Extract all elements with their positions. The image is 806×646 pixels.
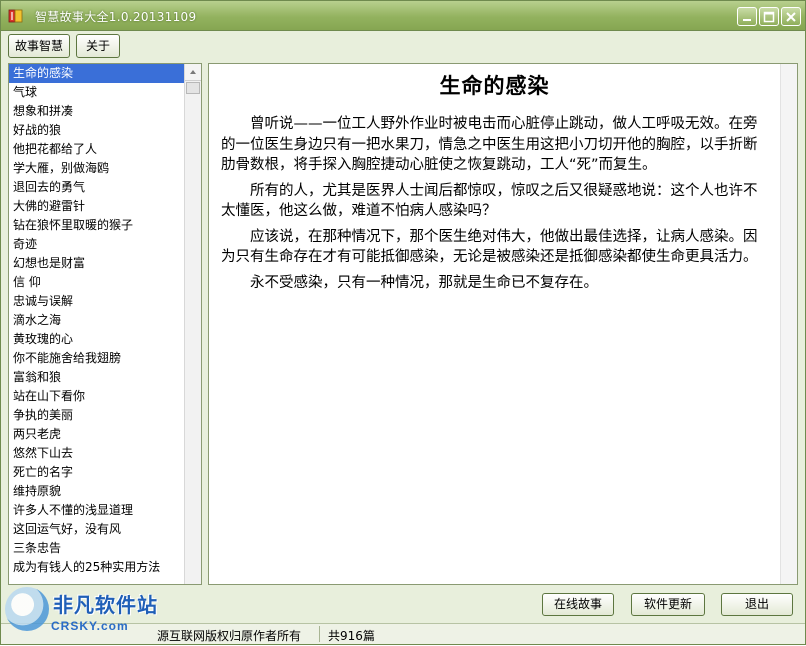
list-item[interactable]: 悠然下山去 [9, 444, 186, 463]
list-item[interactable]: 大佛的避雷针 [9, 197, 186, 216]
list-item[interactable]: 你不能施舍给我翅膀 [9, 349, 186, 368]
app-window: 智慧故事大全1.0.20131109 故事智慧 关于 生命的感染 气球 想象和拼凑好… [0, 0, 806, 645]
title-bar[interactable]: 智慧故事大全1.0.20131109 [1, 1, 805, 31]
scroll-thumb[interactable] [186, 82, 200, 94]
list-item[interactable]: 三条忠告 [9, 539, 186, 558]
scroll-up-button[interactable] [185, 64, 201, 81]
content-scrollbar[interactable] [780, 64, 797, 584]
list-item[interactable]: 奇迹 [9, 235, 186, 254]
list-item[interactable]: 幻想也是财富 [9, 254, 186, 273]
story-paragraph: 曾听说——一位工人野外作业时被电击而心脏停止跳动，做人工呼吸无效。在旁的一位医生… [221, 116, 758, 173]
arrow-up-icon [190, 70, 196, 74]
list-item[interactable]: 这回运气好，没有风 [9, 520, 186, 539]
list-item[interactable]: 学大雁，别做海鸥 [9, 159, 186, 178]
close-button[interactable] [781, 7, 801, 26]
maximize-icon [763, 11, 775, 23]
minimize-icon [743, 19, 751, 21]
story-list[interactable]: 生命的感染 气球 想象和拼凑 好战的狼 他把花都给了人 学大雁，别做海鸥 退回去的勇气 大佛的… [8, 63, 202, 585]
software-update-button[interactable]: 软件更新 [631, 593, 705, 616]
list-item[interactable]: 忠诚与误解 [9, 292, 186, 311]
list-item[interactable]: 钻在狼怀里取暖的猴子 [9, 216, 186, 235]
list-item[interactable]: 好战的狼 [9, 121, 186, 140]
story-content-panel[interactable]: 生命的感染 曾听说——一位工人野外作业时被电击而心脏停止跳动，做人工呼吸无效。在… [208, 63, 798, 585]
story-paragraph: 永不受感染，只有一种情况，那就是生命已不复存在。 [250, 274, 598, 291]
story-wisdom-button[interactable]: 故事智慧 [8, 34, 70, 58]
list-item[interactable]: 争执的美丽 [9, 406, 186, 425]
list-item[interactable]: 许多人不懂的浅显道理 [9, 501, 186, 520]
story-paragraph: 应该说，在那种情况下，那个医生绝对伟大，他做出最佳选择，让病人感染。因为只有生命… [221, 228, 758, 266]
list-item[interactable]: 站在山下看你 [9, 387, 186, 406]
list-item[interactable]: 生命的感染 [9, 64, 186, 83]
list-item[interactable]: 黄玫瑰的心 [9, 330, 186, 349]
status-copyright: 源互联网版权归原作者所有 [157, 629, 302, 643]
story-list-items: 生命的感染 气球 想象和拼凑 好战的狼 他把花都给了人 学大雁，别做海鸥 退回去的勇气 大佛的… [9, 64, 186, 577]
watermark-logo-icon [5, 587, 49, 631]
book-app-icon [8, 9, 23, 23]
online-stories-button[interactable]: 在线故事 [542, 593, 614, 616]
list-item[interactable]: 信 仰 [9, 273, 186, 292]
story-title: 生命的感染 [439, 74, 550, 98]
list-item[interactable]: 他把花都给了人 [9, 140, 186, 159]
story-paragraph: 所有的人，尤其是医界人士闻后都惊叹，惊叹之后又很疑惑地说：这个人也许不太懂医，他… [221, 182, 758, 220]
window-title: 智慧故事大全1.0.20131109 [35, 10, 197, 24]
status-separator [319, 626, 320, 642]
list-item[interactable]: 想象和拼凑 [9, 102, 186, 121]
status-story-count: 共916篇 [328, 629, 375, 643]
list-item[interactable]: 成为有钱人的25种实用方法 [9, 558, 186, 577]
list-item[interactable]: 维持原貌 [9, 482, 186, 501]
watermark-brand: 非凡软件站 [53, 593, 158, 617]
list-item[interactable]: 富翁和狼 [9, 368, 186, 387]
list-item[interactable]: 气球 [9, 83, 186, 102]
list-item[interactable]: 退回去的勇气 [9, 178, 186, 197]
story-body: 曾听说——一位工人野外作业时被电击而心脏停止跳动，做人工呼吸无效。在旁的一位医生… [221, 114, 769, 298]
maximize-button[interactable] [759, 7, 779, 26]
list-item[interactable]: 死亡的名字 [9, 463, 186, 482]
list-scrollbar[interactable] [184, 64, 201, 584]
list-item[interactable]: 两只老虎 [9, 425, 186, 444]
about-button[interactable]: 关于 [76, 34, 120, 58]
site-watermark: 非凡软件站 CRSKY.com [1, 581, 163, 646]
list-item[interactable]: 滴水之海 [9, 311, 186, 330]
watermark-domain: CRSKY.com [51, 619, 129, 633]
exit-button[interactable]: 退出 [721, 593, 793, 616]
close-icon [786, 12, 796, 22]
minimize-button[interactable] [737, 7, 757, 26]
